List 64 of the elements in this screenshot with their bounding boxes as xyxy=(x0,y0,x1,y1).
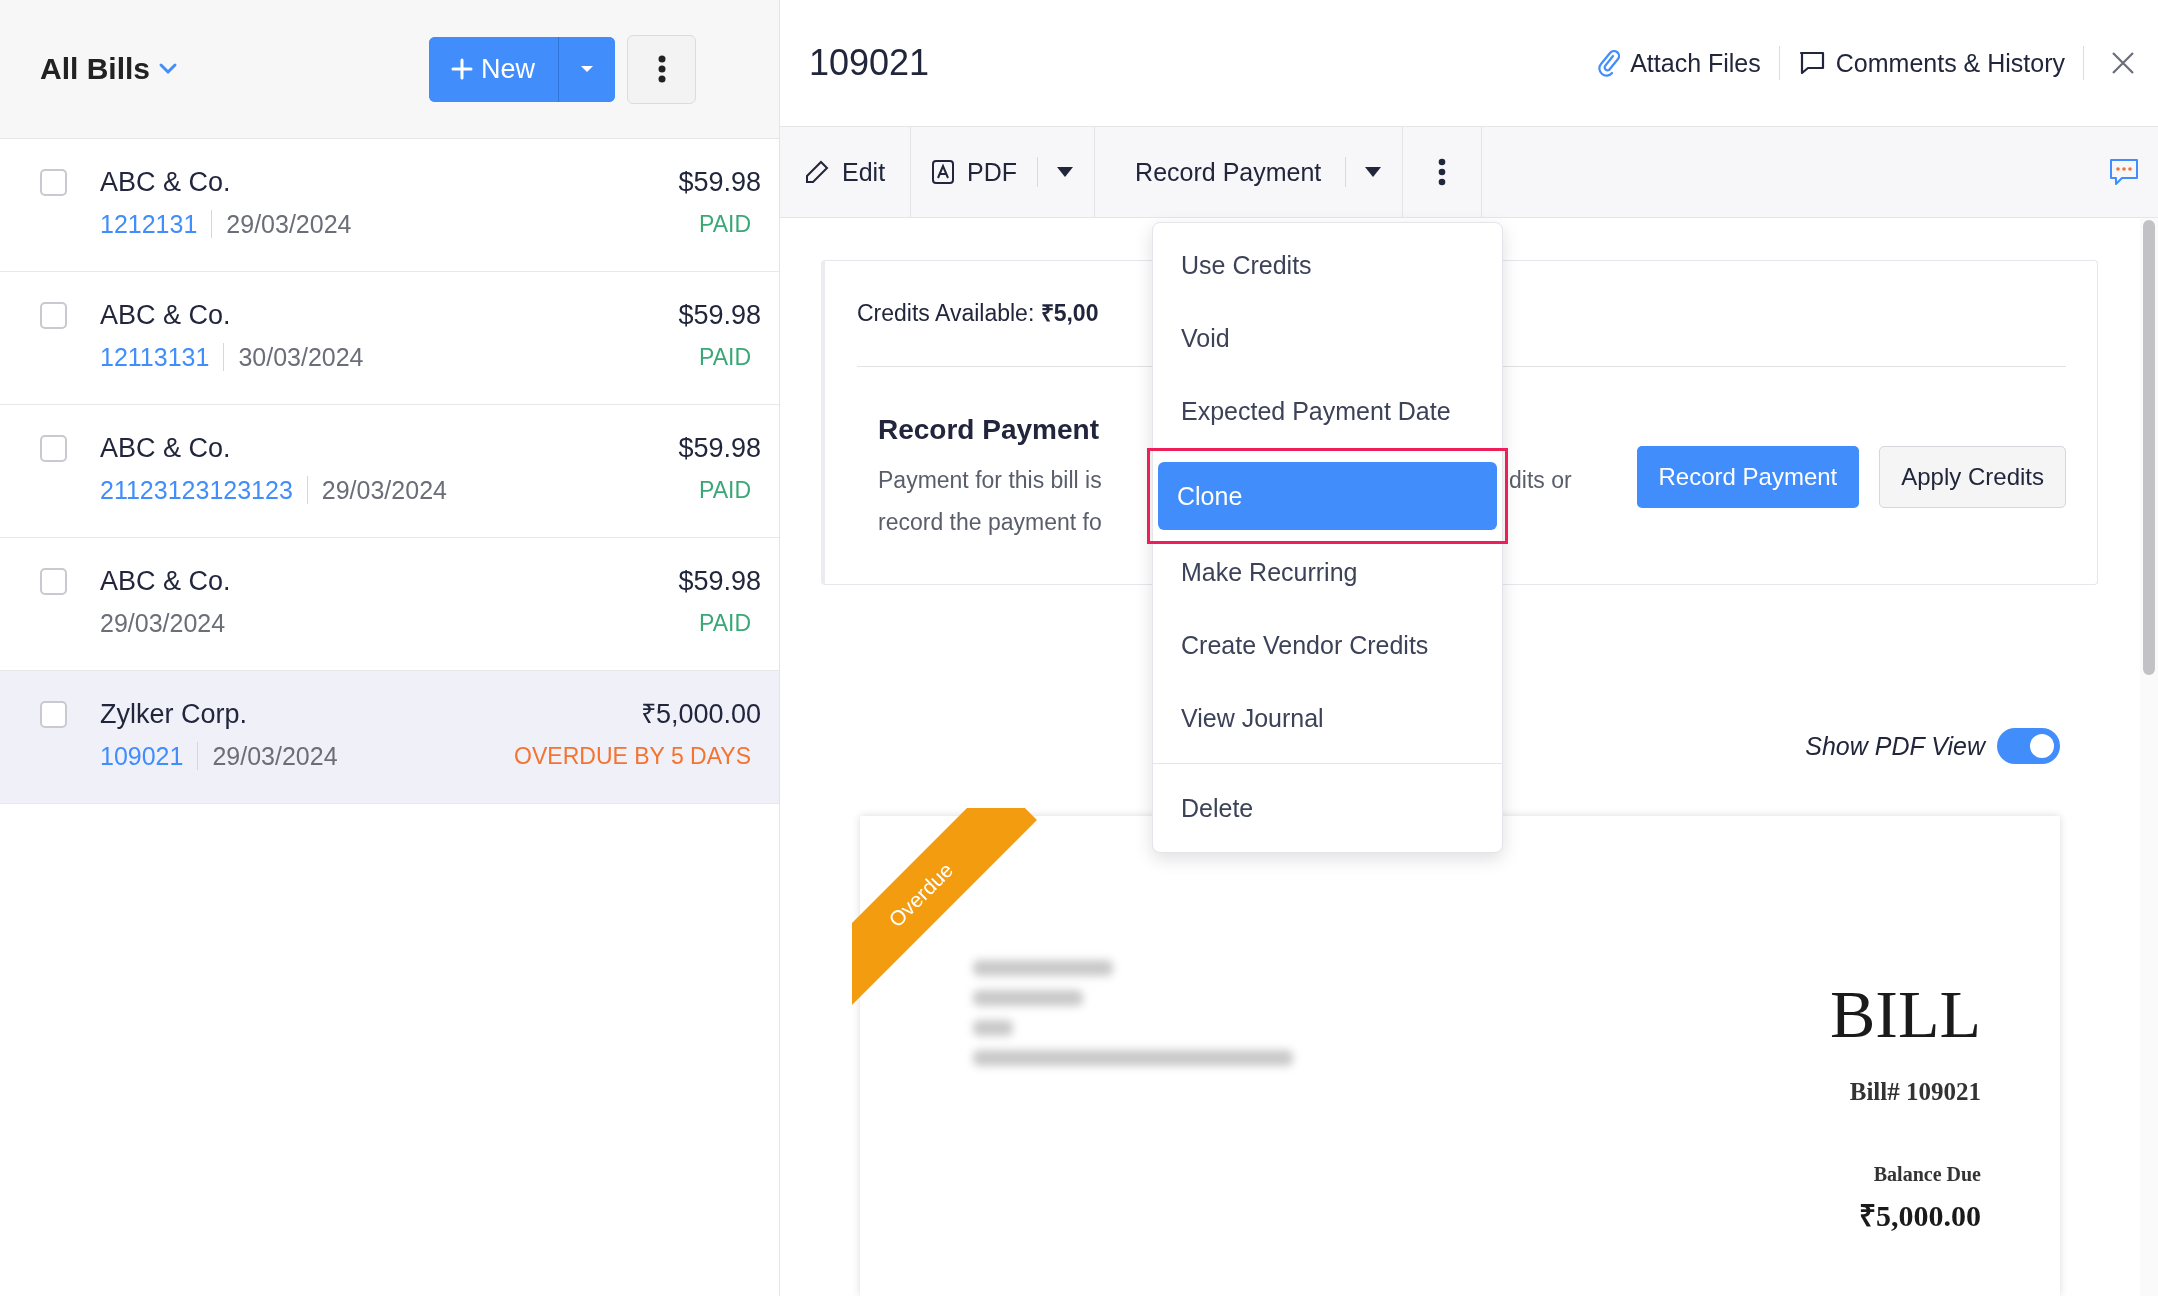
caret-down-icon xyxy=(1364,166,1383,178)
bill-amount: $59.98 xyxy=(678,166,761,199)
description-text: dits or xyxy=(1509,466,1572,495)
bill-date: 29/03/2024 xyxy=(100,608,226,638)
document-icon xyxy=(931,159,956,185)
vendor-name: ABC & Co. xyxy=(100,565,232,598)
checkbox[interactable] xyxy=(40,701,67,728)
description-text: record the payment fo xyxy=(878,508,1103,537)
bill-status: OVERDUE BY 5 DAYS xyxy=(514,742,751,771)
vendor-name: Zylker Corp. xyxy=(100,698,249,731)
bill-amount: $59.98 xyxy=(678,432,761,465)
more-options-button[interactable] xyxy=(627,34,696,104)
speech-bubble-icon xyxy=(1797,50,1826,76)
kebab-menu-icon xyxy=(1438,158,1447,186)
plus-icon xyxy=(451,58,473,80)
vendor-name: ABC & Co. xyxy=(100,166,232,199)
caret-down-icon xyxy=(579,64,595,74)
checkbox[interactable] xyxy=(40,435,67,462)
bill-status: PAID xyxy=(699,343,751,372)
bill-row[interactable]: Zylker Corp. 109021 29/03/2024 ₹5,000.00 OVERDUE BY 5 DAYS xyxy=(0,671,779,804)
comments-history-link[interactable]: Comments & History xyxy=(1797,48,2065,78)
pdf-button[interactable]: PDF xyxy=(911,127,1038,217)
bill-date: 29/03/2024 xyxy=(212,741,338,771)
bill-amount: ₹5,000.00 xyxy=(640,698,761,731)
bill-status: PAID xyxy=(699,476,751,505)
menu-item[interactable]: Delete xyxy=(1153,772,1502,845)
vendor-name: ABC & Co. xyxy=(100,299,232,332)
description-text: Payment for this bill is xyxy=(878,466,1103,495)
close-icon[interactable] xyxy=(2110,50,2136,76)
vendor-name: ABC & Co. xyxy=(100,432,232,465)
checkbox[interactable] xyxy=(40,568,67,595)
attach-files-link[interactable]: Attach Files xyxy=(1598,48,1761,78)
list-title[interactable]: All Bills xyxy=(40,52,151,86)
record-payment-button[interactable]: Record Payment xyxy=(1095,127,1346,217)
balance-due-label: Balance Due xyxy=(1873,1162,1981,1187)
menu-item[interactable]: Make Recurring xyxy=(1153,536,1502,609)
bill-number: Bill# 109021 xyxy=(1849,1077,1981,1107)
scrollbar[interactable] xyxy=(2140,218,2158,1296)
kebab-menu-icon xyxy=(657,55,666,83)
pencil-icon xyxy=(804,159,830,185)
bill-amount: $59.98 xyxy=(678,299,761,332)
chat-bubble-icon xyxy=(2108,157,2140,187)
paperclip-icon xyxy=(1598,49,1621,77)
bill-title: 109021 xyxy=(809,42,931,84)
section-title: Record Payment xyxy=(878,413,1100,447)
bill-status: PAID xyxy=(699,210,751,239)
pdf-view-toggle[interactable] xyxy=(1997,728,2060,764)
balance-due-amount: ₹5,000.00 xyxy=(1859,1198,1981,1234)
bill-date: 29/03/2024 xyxy=(321,475,447,505)
document-heading: BILL xyxy=(1829,976,1981,1052)
bill-amount: $59.98 xyxy=(678,565,761,598)
checkbox[interactable] xyxy=(40,169,67,196)
bill-date: 29/03/2024 xyxy=(226,209,352,239)
checkbox[interactable] xyxy=(40,302,67,329)
chevron-down-icon[interactable] xyxy=(158,62,179,76)
edit-button[interactable]: Edit xyxy=(780,127,911,217)
bill-date: 30/03/2024 xyxy=(238,342,364,372)
apply-credits-button[interactable]: Apply Credits xyxy=(1879,446,2066,508)
bill-status: PAID xyxy=(699,609,751,638)
menu-item[interactable]: View Journal xyxy=(1153,682,1502,755)
menu-item[interactable]: Create Vendor Credits xyxy=(1153,609,1502,682)
menu-item[interactable]: Expected Payment Date xyxy=(1153,375,1502,448)
caret-down-icon xyxy=(1056,166,1075,178)
pdf-view-label: Show PDF View xyxy=(1805,731,1985,761)
